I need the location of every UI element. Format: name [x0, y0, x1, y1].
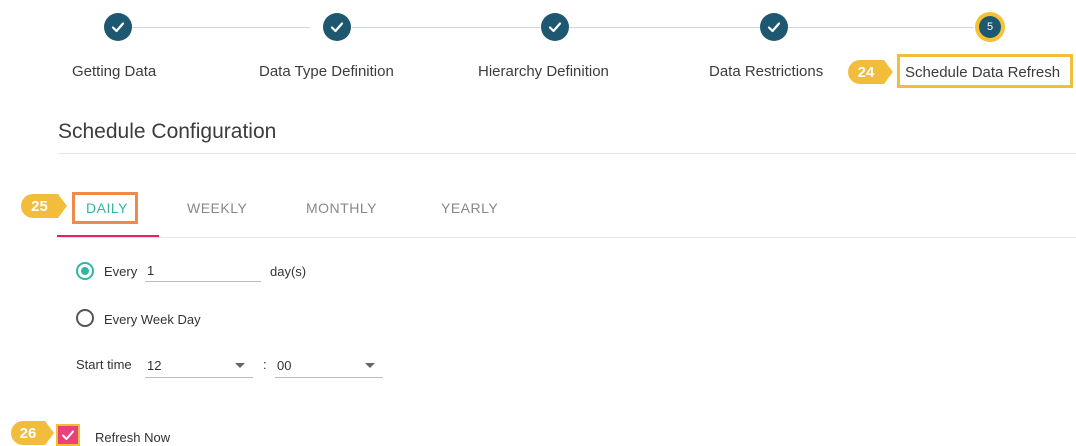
step-label-getting-data[interactable]: Getting Data — [72, 63, 156, 80]
step-label-hierarchy-definition[interactable]: Hierarchy Definition — [478, 63, 609, 80]
step-5-current[interactable]: 5 — [975, 12, 1005, 42]
tab-monthly[interactable]: MONTHLY — [306, 200, 377, 216]
days-unit-label: day(s) — [270, 264, 307, 279]
step-connector — [352, 27, 540, 28]
refresh-now-checkbox[interactable] — [56, 424, 80, 446]
step-number: 5 — [979, 16, 1001, 38]
step-2-complete-icon[interactable] — [323, 13, 351, 41]
time-separator: : — [263, 357, 267, 372]
chevron-down-icon[interactable] — [365, 363, 375, 368]
minute-select[interactable]: 00 — [275, 358, 383, 378]
callout-badge: 26 — [11, 421, 54, 445]
step-label-schedule-data-refresh[interactable]: Schedule Data Refresh — [905, 64, 1060, 81]
step-connector — [568, 27, 760, 28]
step-connector — [132, 27, 310, 28]
page-title: Schedule Configuration — [58, 120, 277, 143]
step-4-complete-icon[interactable] — [760, 13, 788, 41]
minute-value: 00 — [277, 358, 292, 373]
hour-select[interactable]: 12 — [145, 358, 253, 378]
step-1-complete-icon[interactable] — [104, 13, 132, 41]
every-days-radio[interactable] — [76, 262, 94, 280]
tabs-divider — [58, 237, 1076, 238]
tab-yearly[interactable]: YEARLY — [441, 200, 498, 216]
step-3-complete-icon[interactable] — [541, 13, 569, 41]
callout-badge: 24 — [848, 60, 893, 84]
refresh-now-label: Refresh Now — [95, 430, 171, 445]
every-week-day-label: Every Week Day — [104, 312, 201, 327]
checkmark-icon — [62, 430, 74, 440]
every-week-day-radio[interactable] — [76, 309, 94, 327]
callout-badge: 25 — [21, 194, 67, 218]
step-connector — [788, 27, 974, 28]
every-days-input[interactable]: 1 — [145, 263, 261, 282]
start-time-label: Start time — [76, 357, 132, 372]
step-label-data-type-definition[interactable]: Data Type Definition — [259, 63, 394, 80]
step-label-data-restrictions[interactable]: Data Restrictions — [709, 63, 823, 80]
hour-value: 12 — [147, 358, 162, 373]
divider — [58, 153, 1076, 154]
tab-weekly[interactable]: WEEKLY — [187, 200, 247, 216]
tab-daily[interactable]: DAILY — [86, 200, 128, 216]
current-step-highlight: Schedule Data Refresh — [897, 54, 1073, 88]
chevron-down-icon[interactable] — [235, 363, 245, 368]
every-label: Every — [104, 264, 138, 279]
